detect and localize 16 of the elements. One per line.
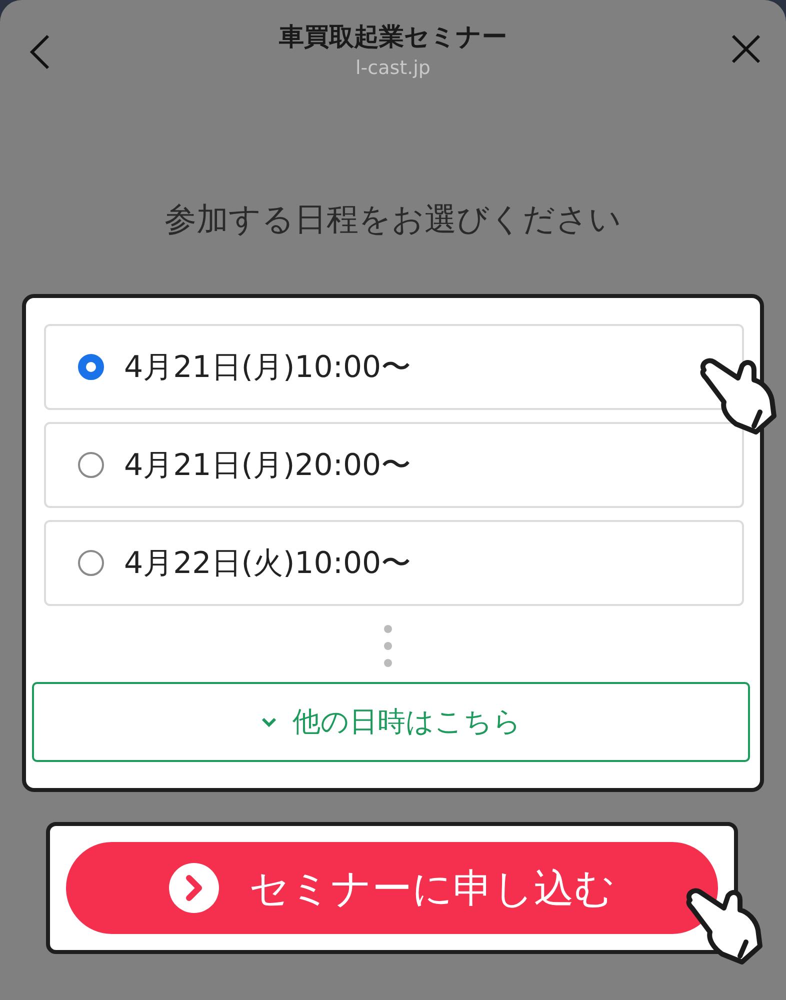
- radio-button[interactable]: [78, 452, 104, 478]
- radio-button[interactable]: [78, 550, 104, 576]
- chevron-right-circle-icon: [169, 863, 219, 913]
- chevron-down-icon: [260, 717, 276, 727]
- radio-button[interactable]: [78, 354, 104, 380]
- page-title: 車買取起業セミナー: [279, 21, 507, 53]
- schedule-prompt: 参加する日程をお選びください: [164, 199, 622, 240]
- close-icon[interactable]: [731, 34, 761, 64]
- date-option[interactable]: 4月21日(月)20:00〜: [44, 422, 744, 508]
- apply-button[interactable]: セミナーに申し込む: [66, 842, 718, 934]
- date-option[interactable]: 4月21日(月)10:00〜: [44, 324, 744, 410]
- more-dates-button[interactable]: 他の日時はこちら: [32, 682, 750, 762]
- back-icon[interactable]: [29, 34, 51, 70]
- date-option[interactable]: 4月22日(火)10:00〜: [44, 520, 744, 606]
- more-dots-icon: [383, 624, 393, 668]
- site-domain: l-cast.jp: [356, 57, 430, 79]
